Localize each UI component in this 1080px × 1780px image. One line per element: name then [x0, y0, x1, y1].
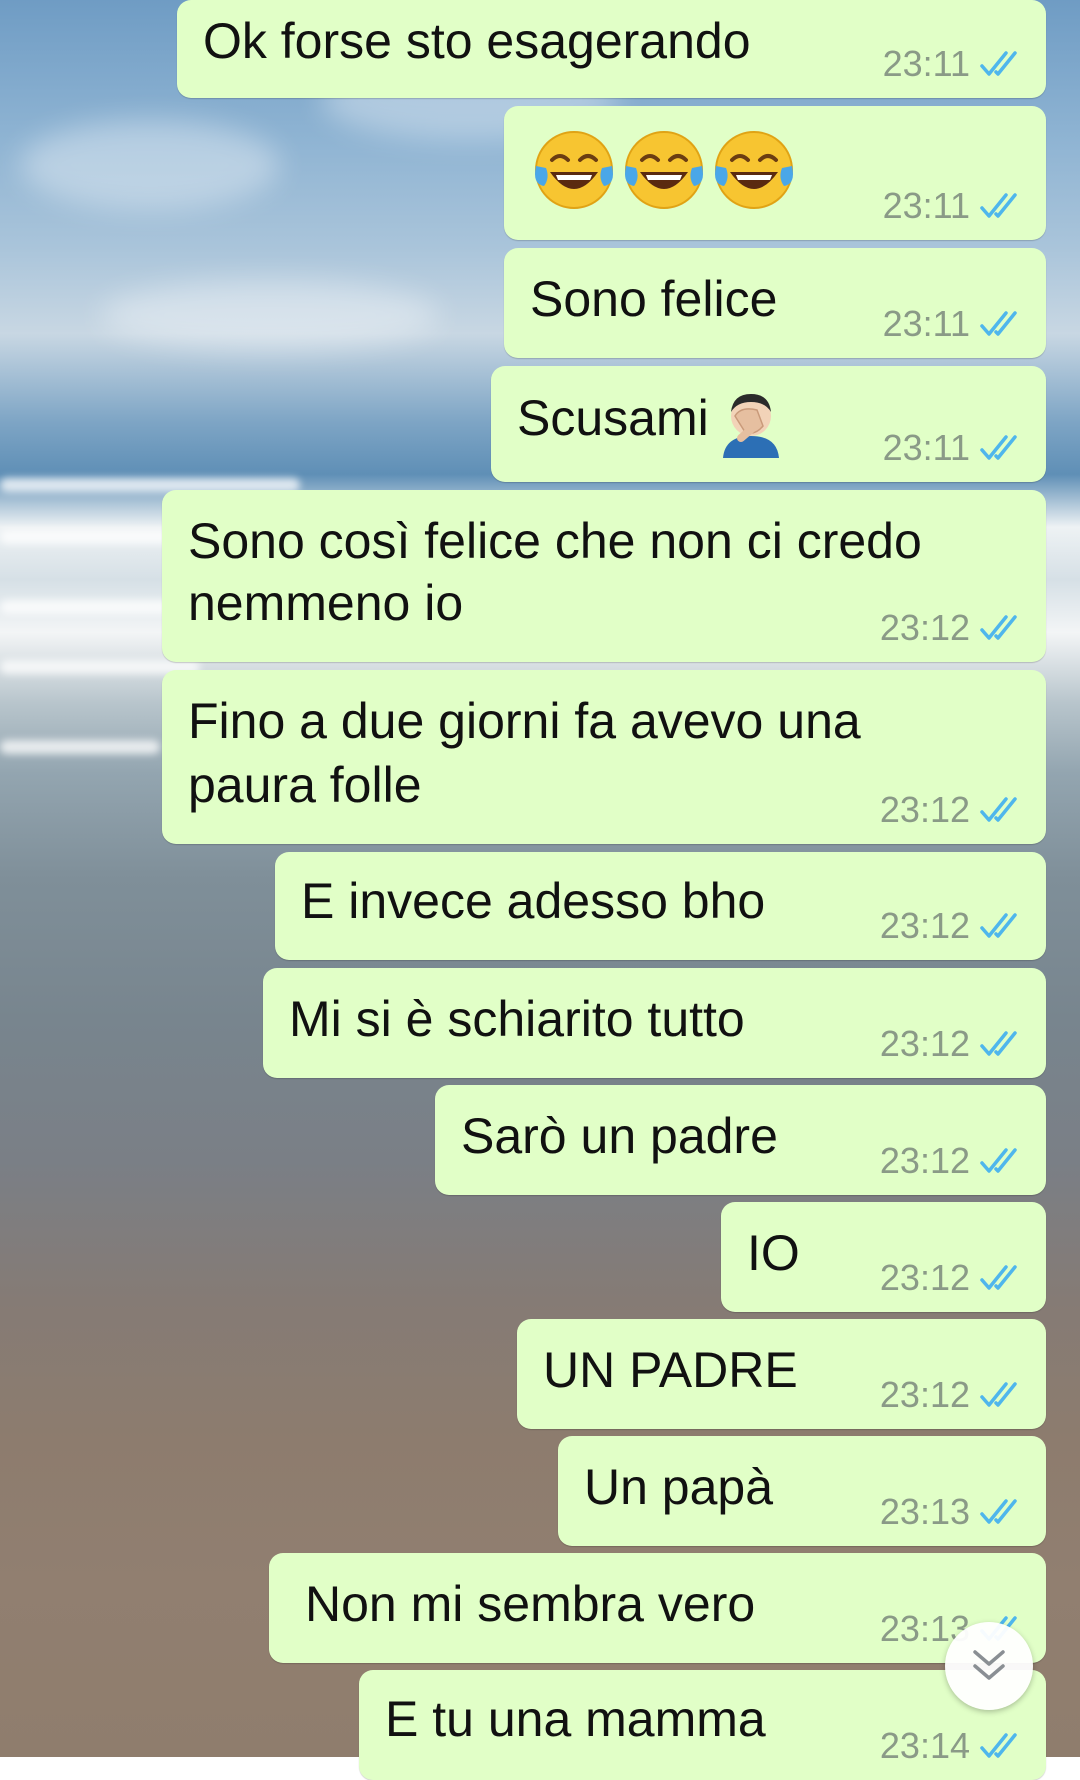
double-check-read-icon	[980, 614, 1024, 642]
message-content: Scusami	[517, 386, 787, 458]
message-bubble[interactable]: IO 23:12	[721, 1202, 1046, 1312]
message-text: IO	[747, 1225, 800, 1281]
double-check-read-icon	[980, 1030, 1024, 1058]
double-check-read-icon	[980, 1147, 1024, 1175]
double-check-read-icon	[980, 1381, 1024, 1409]
double-check-read-icon	[980, 310, 1024, 338]
message-bubble[interactable]: Scusami 23:11	[491, 366, 1046, 482]
message-bubble[interactable]: Non mi sembra vero 23:13	[269, 1553, 1046, 1663]
message-time: 23:12	[879, 1374, 970, 1415]
message-time: 23:12	[879, 1257, 970, 1298]
message-text-line: paura folle	[188, 757, 422, 813]
tears-of-joy-emoji-icon	[715, 131, 793, 209]
message-bubble[interactable]: Sono felice 23:11	[504, 248, 1046, 358]
message-bubble[interactable]: E tu una mamma 23:14	[359, 1670, 1046, 1780]
message-text: Mi si è schiarito tutto	[289, 991, 745, 1047]
message-bubble[interactable]: Mi si è schiarito tutto 23:12	[263, 968, 1046, 1078]
tears-of-joy-emoji-icon	[625, 131, 703, 209]
message-time: 23:11	[882, 427, 970, 468]
double-check-read-icon	[980, 796, 1024, 824]
message-bubble[interactable]: Ok forse sto esagerando 23:11	[177, 0, 1046, 98]
message-time: 23:11	[882, 303, 970, 344]
message-time: 23:12	[879, 789, 970, 830]
double-check-read-icon	[980, 192, 1024, 220]
message-text-line: nemmeno io	[188, 575, 464, 631]
message-bubble[interactable]: E invece adesso bho 23:12	[275, 852, 1046, 960]
message-bubble[interactable]: UN PADRE 23:12	[517, 1319, 1046, 1429]
chevron-double-down-icon	[973, 1650, 1005, 1680]
message-text-line: Fino a due giorni fa avevo una	[188, 693, 861, 749]
message-text: Scusami	[517, 390, 709, 447]
message-time: 23:14	[879, 1725, 970, 1766]
message-bubble[interactable]: Fino a due giorni fa avevo una paura fol…	[162, 670, 1046, 844]
message-text: UN PADRE	[543, 1342, 798, 1398]
double-check-read-icon	[980, 50, 1024, 78]
message-time: 23:12	[879, 905, 970, 946]
double-check-read-icon	[980, 1498, 1024, 1526]
message-time: 23:12	[879, 1140, 970, 1181]
message-text: E tu una mamma	[385, 1691, 766, 1747]
message-text: Sono felice	[530, 271, 778, 327]
message-list[interactable]: Ok forse sto esagerando 23:11 23:11 Sono…	[0, 0, 1080, 1780]
message-time: 23:13	[879, 1491, 970, 1532]
message-time: 23:12	[879, 1023, 970, 1064]
message-bubble[interactable]: Un papà 23:13	[558, 1436, 1046, 1546]
message-bubble[interactable]: Sono così felice che non ci credo nemmen…	[162, 490, 1046, 662]
double-check-read-icon	[980, 1732, 1024, 1760]
double-check-read-icon	[980, 912, 1024, 940]
facepalm-emoji-icon	[722, 394, 779, 458]
message-text-line: Sono così felice che non ci credo	[188, 513, 922, 569]
message-text: E invece adesso bho	[301, 873, 766, 929]
message-text: Un papà	[584, 1459, 774, 1515]
message-time: 23:11	[882, 43, 970, 84]
message-text: Ok forse sto esagerando	[203, 13, 751, 69]
message-time: 23:11	[882, 185, 970, 226]
message-text: Non mi sembra vero	[305, 1576, 756, 1632]
double-check-read-icon	[980, 434, 1024, 462]
message-text: Sarò un padre	[461, 1108, 778, 1164]
tears-of-joy-emoji-icon	[535, 131, 613, 209]
emoji-row	[530, 126, 798, 214]
message-bubble[interactable]: 23:11	[504, 106, 1046, 240]
message-bubble[interactable]: Sarò un padre 23:12	[435, 1085, 1046, 1195]
double-check-read-icon	[980, 1264, 1024, 1292]
message-time: 23:12	[879, 607, 970, 648]
scroll-to-bottom-button[interactable]	[945, 1622, 1033, 1710]
